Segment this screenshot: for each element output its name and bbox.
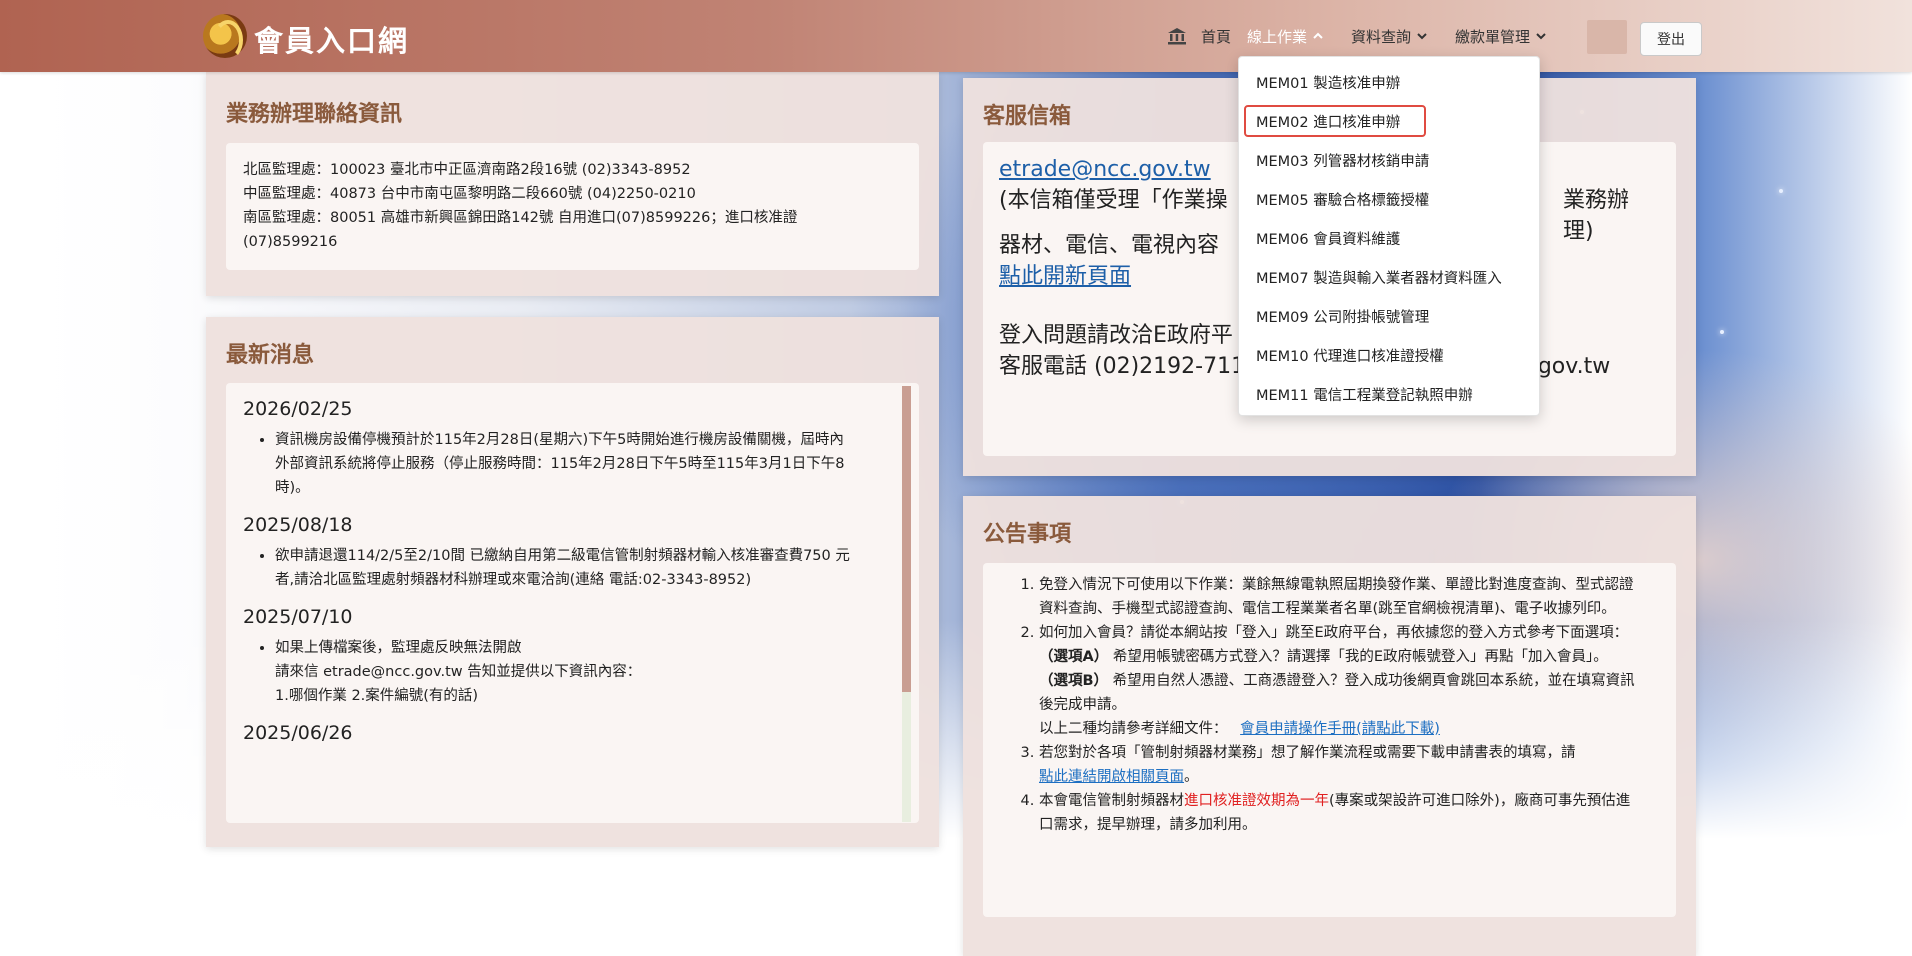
nav-home[interactable]: 首頁 [1167,0,1231,72]
service-text-line: (本信箱僅受理「作業操 [999,188,1228,213]
site-logo[interactable] [203,14,247,60]
avatar[interactable] [1587,20,1627,54]
online-ops-dropdown: MEM01 製造核准申辦 MEM02 進口核准申辦 MEM03 列管器材核銷申請… [1238,56,1540,416]
notice-title: 公告事項 [983,522,1072,547]
news-date: 2026/02/25 [243,398,353,420]
contact-line: 南區監理處：80051 高雄市新興區錦田路142號 自用進口(07)859922… [243,210,798,226]
service-title: 客服信箱 [983,104,1072,129]
logout-button[interactable]: 登出 [1640,22,1702,56]
open-new-page-link[interactable]: 點此開新頁面 [999,264,1131,289]
notice-item: 本會電信管制射頻器材進口核准證效期為一年(專案或架設許可進口除外)，廠商可事先預… [1039,789,1639,837]
contact-panel: 業務辦理聯絡資訊 北區監理處：100023 臺北市中正區濟南路2段16號 (02… [206,72,939,296]
manual-download-link[interactable]: 會員申請操作手冊(請點此下載) [1240,721,1440,737]
notice-item: 免登入情況下可使用以下作業：業餘無線電執照屆期換發作業、單證比對進度查詢、型式認… [1039,573,1639,621]
menu-item-mem10[interactable]: MEM10 代理進口核准證授權 [1256,345,1444,369]
chevron-down-icon [1417,33,1427,40]
news-item: 如果上傳檔案後，監理處反映無法開啟 請來信 etrade@ncc.gov.tw … [275,636,898,708]
news-date: 2025/06/26 [243,722,353,744]
nav-online-ops-label: 線上作業 [1247,27,1308,46]
nav-payment-mgmt-label: 繳款單管理 [1455,27,1531,46]
news-item: 欲申請退還114/2/5至2/10間 已繳納自用第二級電信管制射頻器材輸入核准審… [275,544,898,592]
menu-item-mem02[interactable]: MEM02 進口核准申辦 [1256,111,1400,135]
contact-title: 業務辦理聯絡資訊 [226,102,403,127]
news-title: 最新消息 [226,343,315,368]
notice-item: 如何加入會員？請從本網站按「登入」跳至E政府平台，再依據您的登入方式參考下面選項… [1039,621,1639,741]
service-text-line: 業務辦理) [1563,188,1630,244]
news-entry: 2025/08/18 欲申請退還114/2/5至2/10間 已繳納自用第二級電信… [243,514,898,592]
menu-item-mem07[interactable]: MEM07 製造與輸入業者器材資料匯入 [1256,267,1502,291]
notice-box: 免登入情況下可使用以下作業：業餘無線電執照屆期換發作業、單證比對進度查詢、型式認… [983,563,1676,917]
menu-item-mem01[interactable]: MEM01 製造核准申辦 [1256,72,1400,96]
nav-data-query-label: 資料查詢 [1351,27,1412,46]
news-entry: 2026/02/25 資訊機房設備停機預計於115年2月28日(星期六)下午5時… [243,398,898,500]
contact-box: 北區監理處：100023 臺北市中正區濟南路2段16號 (02)3343-895… [226,143,919,270]
menu-item-mem09[interactable]: MEM09 公司附掛帳號管理 [1256,306,1429,330]
news-panel: 最新消息 2026/02/25 資訊機房設備停機預計於115年2月28日(星期六… [206,317,939,847]
news-box[interactable]: 2026/02/25 資訊機房設備停機預計於115年2月28日(星期六)下午5時… [226,383,919,823]
menu-item-mem05[interactable]: MEM05 審驗合格標籤授權 [1256,189,1429,213]
service-email-link[interactable]: etrade@ncc.gov.tw [999,157,1211,182]
news-item: 資訊機房設備停機預計於115年2月28日(星期六)下午5時開始進行機房設備關機，… [275,428,898,500]
news-list[interactable]: 2026/02/25 資訊機房設備停機預計於115年2月28日(星期六)下午5時… [243,398,898,840]
top-header: 會員入口網 首頁 線上作業 資料查詢 繳款單管理 登出 [0,0,1912,72]
contact-line: (07)8599216 [243,234,338,250]
chevron-down-icon [1536,33,1546,40]
news-scrollbar[interactable] [902,386,911,822]
news-date: 2025/08/18 [243,514,353,536]
news-entry: 2025/06/26 [243,722,898,744]
related-page-link[interactable]: 點此連結開啟相關頁面 [1039,769,1184,785]
menu-item-mem03[interactable]: MEM03 列管器材核銷申請 [1256,150,1429,174]
notice-item: 若您對於各項「管制射頻器材業務」想了解作業流程或需要下載申請書表的填寫，請 點此… [1039,741,1639,789]
menu-item-mem06[interactable]: MEM06 會員資料維護 [1256,228,1400,252]
site-title[interactable]: 會員入口網 [254,18,409,60]
contact-line: 北區監理處：100023 臺北市中正區濟南路2段16號 (02)3343-895… [243,162,691,178]
notice-panel: 公告事項 免登入情況下可使用以下作業：業餘無線電執照屆期換發作業、單證比對進度查… [963,496,1696,956]
nav-home-label: 首頁 [1201,27,1232,46]
scrollbar-thumb[interactable] [902,386,911,692]
contact-line: 中區監理處：40873 台中市南屯區黎明路二段660號 (04)2250-021… [243,186,696,202]
bank-icon [1167,27,1187,45]
menu-item-mem11[interactable]: MEM11 電信工程業登記執照申辦 [1256,384,1473,408]
news-entry: 2025/07/10 如果上傳檔案後，監理處反映無法開啟 請來信 etrade@… [243,606,898,708]
chevron-up-icon [1313,32,1323,39]
news-date: 2025/07/10 [243,606,353,628]
